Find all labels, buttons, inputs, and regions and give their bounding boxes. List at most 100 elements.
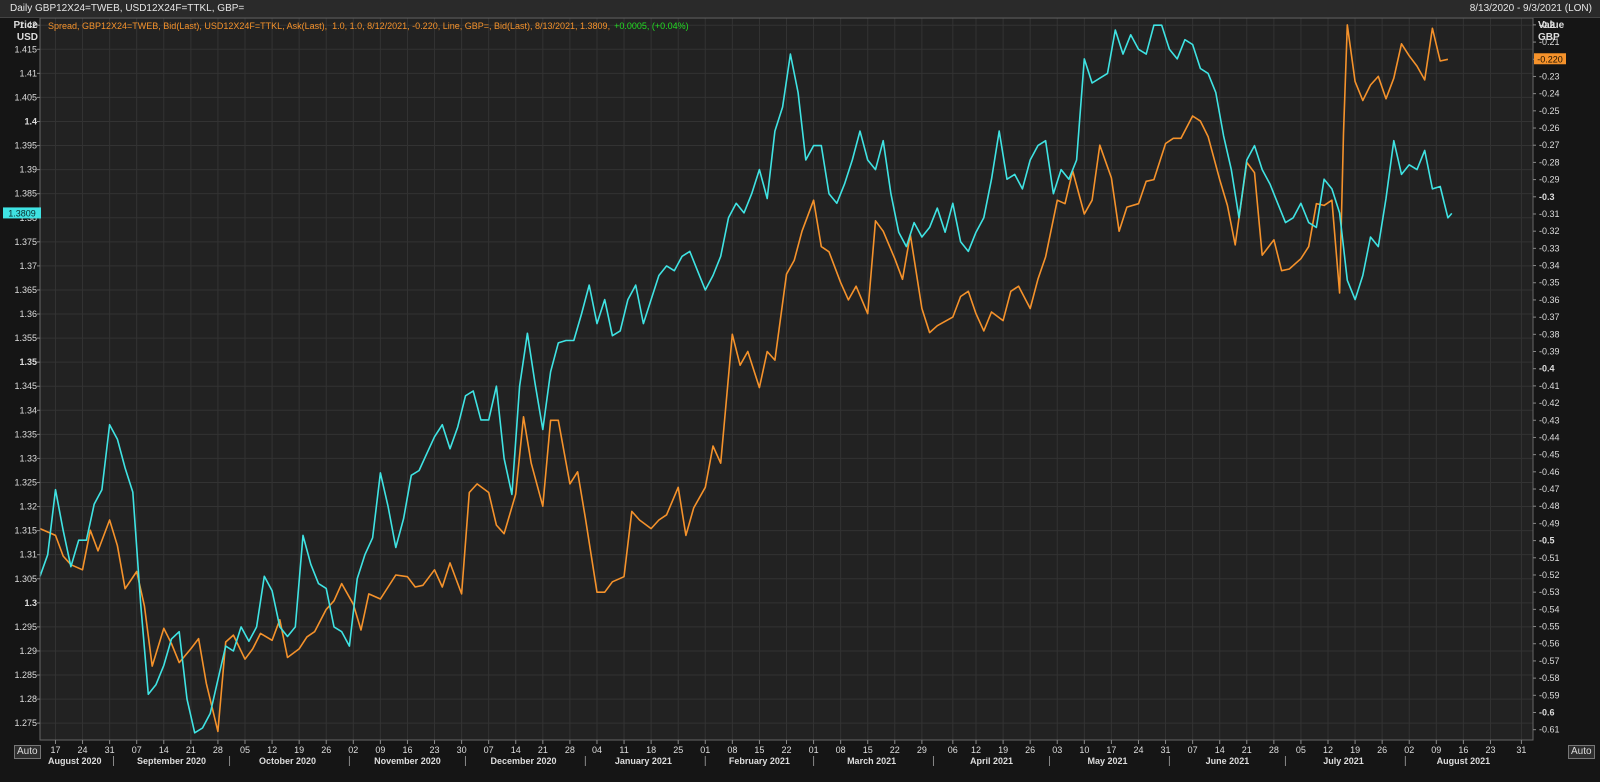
x-month-label: August 2020 — [48, 756, 102, 766]
x-tick-label: 21 — [538, 745, 548, 755]
x-tick-label: 07 — [484, 745, 494, 755]
right-tick-label: -0.42 — [1539, 398, 1560, 408]
left-tick-label: 1.32 — [19, 502, 37, 512]
x-tick-label: 28 — [1269, 745, 1279, 755]
x-tick-label: 28 — [565, 745, 575, 755]
left-tick-label: 1.375 — [14, 237, 37, 247]
right-tick-label: -0.34 — [1539, 261, 1560, 271]
x-tick-label: 05 — [240, 745, 250, 755]
x-tick-label: 19 — [1350, 745, 1360, 755]
x-tick-label: 05 — [1296, 745, 1306, 755]
right-tick-label: -0.53 — [1539, 587, 1560, 597]
left-tick-label: 1.315 — [14, 526, 37, 536]
x-tick-label: 16 — [402, 745, 412, 755]
legend-change: +0.0005, (+0.04%) — [614, 21, 689, 31]
x-tick-label: 26 — [321, 745, 331, 755]
x-month-label: May 2021 — [1088, 756, 1128, 766]
x-tick-label: 11 — [619, 745, 628, 755]
x-month-label: June 2021 — [1206, 756, 1250, 766]
x-tick-label: 31 — [1161, 745, 1171, 755]
right-tick-label: -0.52 — [1539, 570, 1560, 580]
x-tick-label: 09 — [1431, 745, 1441, 755]
right-tick-label: -0.38 — [1539, 329, 1560, 339]
right-tick-label: -0.27 — [1539, 140, 1560, 150]
right-last-value: -0.220 — [1534, 53, 1566, 65]
right-tick-label: -0.41 — [1539, 381, 1560, 391]
left-tick-label: 1.325 — [14, 477, 37, 487]
right-tick-label: -0.59 — [1539, 690, 1560, 700]
left-tick-label: 1.41 — [19, 68, 37, 78]
x-tick-label: 26 — [1025, 745, 1035, 755]
left-tick-label: 1.385 — [14, 189, 37, 199]
x-tick-label: 23 — [430, 745, 440, 755]
x-tick-label: 10 — [1079, 745, 1089, 755]
left-last-value-badge: 1.3809 — [8, 208, 36, 218]
x-month-label: August 2021 — [1437, 756, 1491, 766]
right-tick-label: -0.49 — [1539, 518, 1560, 528]
x-axis-ticks: 17 24 31 07 14 21 28 05 12 19 26 02 09 16 23 30 07 14 21 28… — [50, 740, 1526, 755]
date-range-label: 8/13/2020 - 9/3/2021 (LON) — [1469, 3, 1592, 14]
auto-scale-right-button[interactable]: Auto — [1568, 745, 1595, 759]
right-tick-label: -0.36 — [1539, 295, 1560, 305]
right-tick-label: -0.43 — [1539, 415, 1560, 425]
right-tick-label: -0.54 — [1539, 604, 1560, 614]
left-axis-unit: USD — [17, 32, 38, 43]
x-tick-label: 19 — [998, 745, 1008, 755]
x-tick-label: 23 — [1485, 745, 1495, 755]
legend-text: Spread, GBP12X24=TWEB, Bid(Last), USD12X… — [48, 21, 689, 31]
x-tick-label: 22 — [890, 745, 900, 755]
right-tick-label: -0.26 — [1539, 123, 1560, 133]
x-tick-label: 31 — [105, 745, 115, 755]
left-tick-label: 1.295 — [14, 622, 37, 632]
x-axis-months: August 2020 September 2020 October 2020 Nov… — [48, 756, 1490, 766]
x-month-label: December 2020 — [490, 756, 556, 766]
right-last-value-badge: -0.220 — [1537, 54, 1563, 64]
right-tick-label: -0.47 — [1539, 484, 1560, 494]
left-tick-label: 1.42 — [19, 20, 37, 30]
right-tick-label: -0.39 — [1539, 346, 1560, 356]
x-month-label: September 2020 — [137, 756, 206, 766]
left-tick-label: 1.3 — [24, 598, 37, 608]
x-month-label: November 2020 — [374, 756, 441, 766]
price-chart[interactable]: Spread, GBP12X24=TWEB, Bid(Last), USD12X… — [0, 18, 1600, 782]
left-tick-label: 1.34 — [19, 405, 37, 415]
right-tick-label: -0.2 — [1539, 20, 1555, 30]
x-tick-label: 21 — [1242, 745, 1252, 755]
right-tick-label: -0.61 — [1539, 725, 1560, 735]
x-tick-label: 02 — [1404, 745, 1414, 755]
right-tick-label: -0.58 — [1539, 673, 1560, 683]
title-bar: Daily GBP12X24=TWEB, USD12X24F=TTKL, GBP… — [0, 0, 1600, 18]
auto-scale-left-button[interactable]: Auto — [14, 745, 41, 759]
x-month-label: January 2021 — [615, 756, 672, 766]
x-tick-label: 04 — [592, 745, 602, 755]
left-axis: Price USD 1.2751.281.2851.291.2951.31.30… — [3, 20, 41, 728]
x-tick-label: 21 — [186, 745, 196, 755]
x-tick-label: 18 — [646, 745, 656, 755]
x-tick-label: 17 — [50, 745, 60, 755]
right-tick-label: -0.33 — [1539, 243, 1560, 253]
right-tick-label: -0.37 — [1539, 312, 1560, 322]
legend-line-1: Spread, GBP12X24=TWEB, Bid(Last), USD12X… — [48, 21, 610, 31]
right-tick-label: -0.4 — [1539, 364, 1555, 374]
right-tick-label: -0.5 — [1539, 536, 1555, 546]
left-tick-label: 1.33 — [19, 453, 37, 463]
x-tick-label: 15 — [754, 745, 764, 755]
x-tick-label: 06 — [948, 745, 958, 755]
left-tick-label: 1.36 — [19, 309, 37, 319]
left-tick-label: 1.345 — [14, 381, 37, 391]
x-month-label: July 2021 — [1323, 756, 1364, 766]
x-tick-label: 15 — [863, 745, 873, 755]
x-tick-label: 02 — [348, 745, 358, 755]
right-tick-label: -0.24 — [1539, 89, 1560, 99]
left-tick-label: 1.31 — [19, 550, 37, 560]
x-month-label: February 2021 — [729, 756, 790, 766]
right-tick-label: -0.3 — [1539, 192, 1555, 202]
left-tick-label: 1.305 — [14, 574, 37, 584]
left-tick-label: 1.395 — [14, 141, 37, 151]
x-tick-label: 14 — [511, 745, 521, 755]
x-tick-label: 19 — [294, 745, 304, 755]
x-tick-label: 14 — [159, 745, 169, 755]
x-tick-label: 09 — [375, 745, 385, 755]
left-tick-label: 1.4 — [24, 116, 37, 126]
left-tick-label: 1.35 — [19, 357, 37, 367]
